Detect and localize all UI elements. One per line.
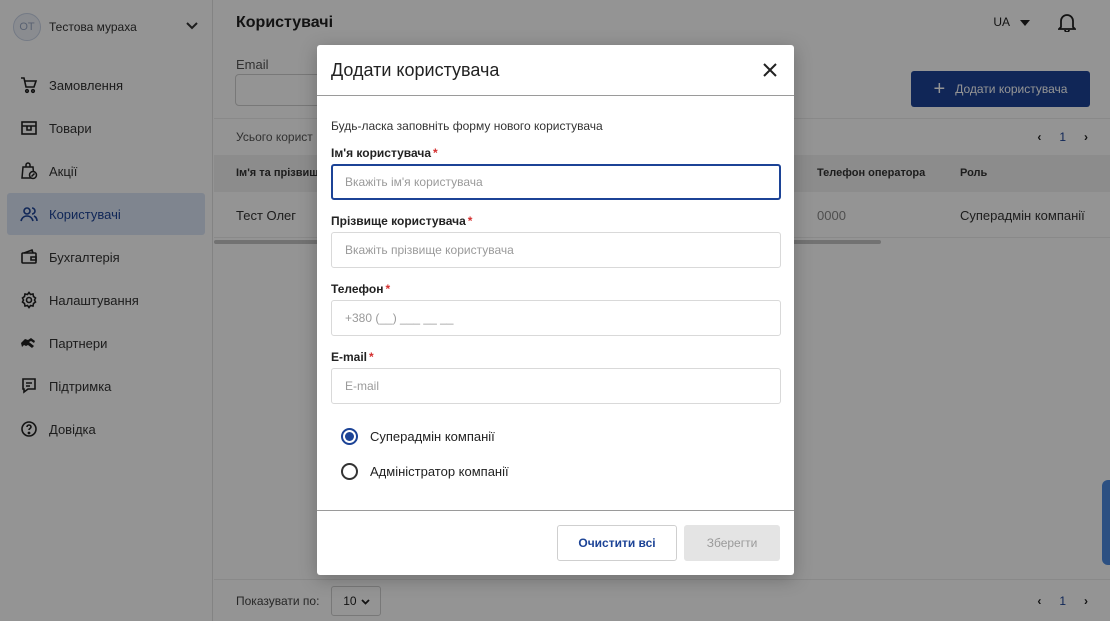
- radio-unselected-icon[interactable]: [341, 463, 358, 480]
- dialog-header: Додати користувача: [317, 45, 794, 96]
- phone-placeholder: +380 (__) ___ __ __: [345, 311, 454, 325]
- save-button[interactable]: Зберегти: [684, 525, 780, 561]
- clear-all-button[interactable]: Очистити всі: [557, 525, 677, 561]
- first-name-placeholder: Вкажіть ім'я користувача: [345, 175, 483, 189]
- required-marker: *: [385, 282, 391, 296]
- phone-label: Телефон *: [331, 282, 390, 296]
- last-name-label-text: Прізвище користувача: [331, 214, 466, 228]
- role-option-label: Адміністратор компанії: [370, 464, 509, 479]
- phone-label-text: Телефон: [331, 282, 384, 296]
- radio-selected-icon[interactable]: [341, 428, 358, 445]
- last-name-placeholder: Вкажіть прізвище користувача: [345, 243, 514, 257]
- first-name-label-text: Ім'я користувача: [331, 146, 432, 160]
- role-option-superadmin[interactable]: Суперадмін компанії: [341, 428, 495, 445]
- email-input[interactable]: E-mail: [331, 368, 781, 404]
- last-name-input[interactable]: Вкажіть прізвище користувача: [331, 232, 781, 268]
- required-marker: *: [369, 350, 374, 364]
- role-option-label: Суперадмін компанії: [370, 429, 495, 444]
- email-placeholder: E-mail: [345, 379, 380, 393]
- first-name-label: Ім'я користувача *: [331, 146, 438, 160]
- first-name-input[interactable]: Вкажіть ім'я користувача: [331, 164, 781, 200]
- email-label: E-mail *: [331, 350, 374, 364]
- last-name-label: Прізвище користувача *: [331, 214, 472, 228]
- dialog-intro: Будь-ласка заповніть форму нового корист…: [331, 119, 603, 133]
- email-label-text: E-mail: [331, 350, 368, 364]
- required-marker: *: [467, 214, 473, 228]
- dialog-title: Додати користувача: [331, 59, 500, 80]
- role-option-admin[interactable]: Адміністратор компанії: [341, 463, 509, 480]
- close-icon[interactable]: [760, 60, 780, 80]
- phone-input[interactable]: +380 (__) ___ __ __: [331, 300, 781, 336]
- dialog-footer: Очистити всі Зберегти: [317, 510, 794, 575]
- add-user-dialog: Додати користувача Будь-ласка заповніть …: [317, 45, 794, 575]
- required-marker: *: [433, 146, 438, 160]
